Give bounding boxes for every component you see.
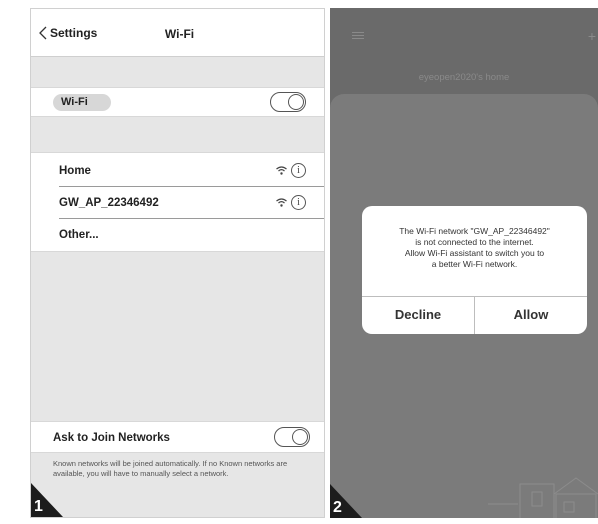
ask-to-join-row: Ask to Join Networks [31, 421, 324, 453]
page-title: Wi-Fi [164, 27, 195, 41]
wifi-toggle[interactable] [270, 92, 306, 112]
network-name: Other... [59, 229, 99, 241]
toggle-knob [288, 94, 304, 110]
info-icon[interactable]: i [291, 163, 306, 178]
wifi-icon [276, 166, 287, 175]
ask-to-join-toggle[interactable] [274, 427, 310, 447]
step-number: 2 [333, 499, 342, 516]
panel-wifi-settings: Settings Wi-Fi Wi-Fi Home i GW_AP_223464… [30, 8, 325, 518]
wifi-row: Wi-Fi [31, 87, 324, 117]
network-row-home[interactable]: Home i [59, 155, 324, 187]
home-title: eyeopen2020's home [418, 72, 510, 83]
plus-icon[interactable]: + [588, 28, 596, 44]
ask-to-join-description: Known networks will be joined automatica… [53, 459, 288, 478]
house-illustration [488, 477, 598, 518]
dialog-message-line: Allow Wi-Fi assistant to switch you to [404, 248, 545, 258]
ask-to-join-label: Ask to Join Networks [53, 432, 170, 444]
dialog-message-line: a better Wi-Fi network. [431, 259, 518, 269]
network-name: GW_AP_22346492 [59, 197, 159, 209]
wifi-icon [276, 198, 287, 207]
menu-icon[interactable] [352, 32, 364, 41]
allow-button[interactable]: Allow [475, 297, 587, 334]
nav-bar: Settings Wi-Fi [31, 9, 324, 57]
network-name: Home [59, 165, 91, 177]
dialog-buttons: Decline Allow [362, 296, 587, 334]
wifi-assist-dialog: The Wi-Fi network "GW_AP_22346492" is no… [362, 206, 587, 334]
dialog-message: The Wi-Fi network "GW_AP_22346492" is no… [370, 226, 579, 270]
dialog-message-line: is not connected to the internet. [415, 237, 534, 247]
dialog-message-line: The Wi-Fi network "GW_AP_22346492" [399, 226, 550, 236]
toggle-knob [292, 429, 308, 445]
network-row-gw-ap[interactable]: GW_AP_22346492 i [59, 187, 324, 219]
panel-app-dialog: + eyeopen2020's home The Wi-Fi network "… [330, 8, 598, 518]
info-icon[interactable]: i [291, 195, 306, 210]
wifi-label: Wi-Fi [53, 94, 111, 111]
network-list: Home i GW_AP_22346492 i Other... [31, 152, 324, 252]
decline-button[interactable]: Decline [362, 297, 475, 334]
step-number: 1 [34, 498, 43, 515]
network-row-other[interactable]: Other... [59, 219, 324, 251]
